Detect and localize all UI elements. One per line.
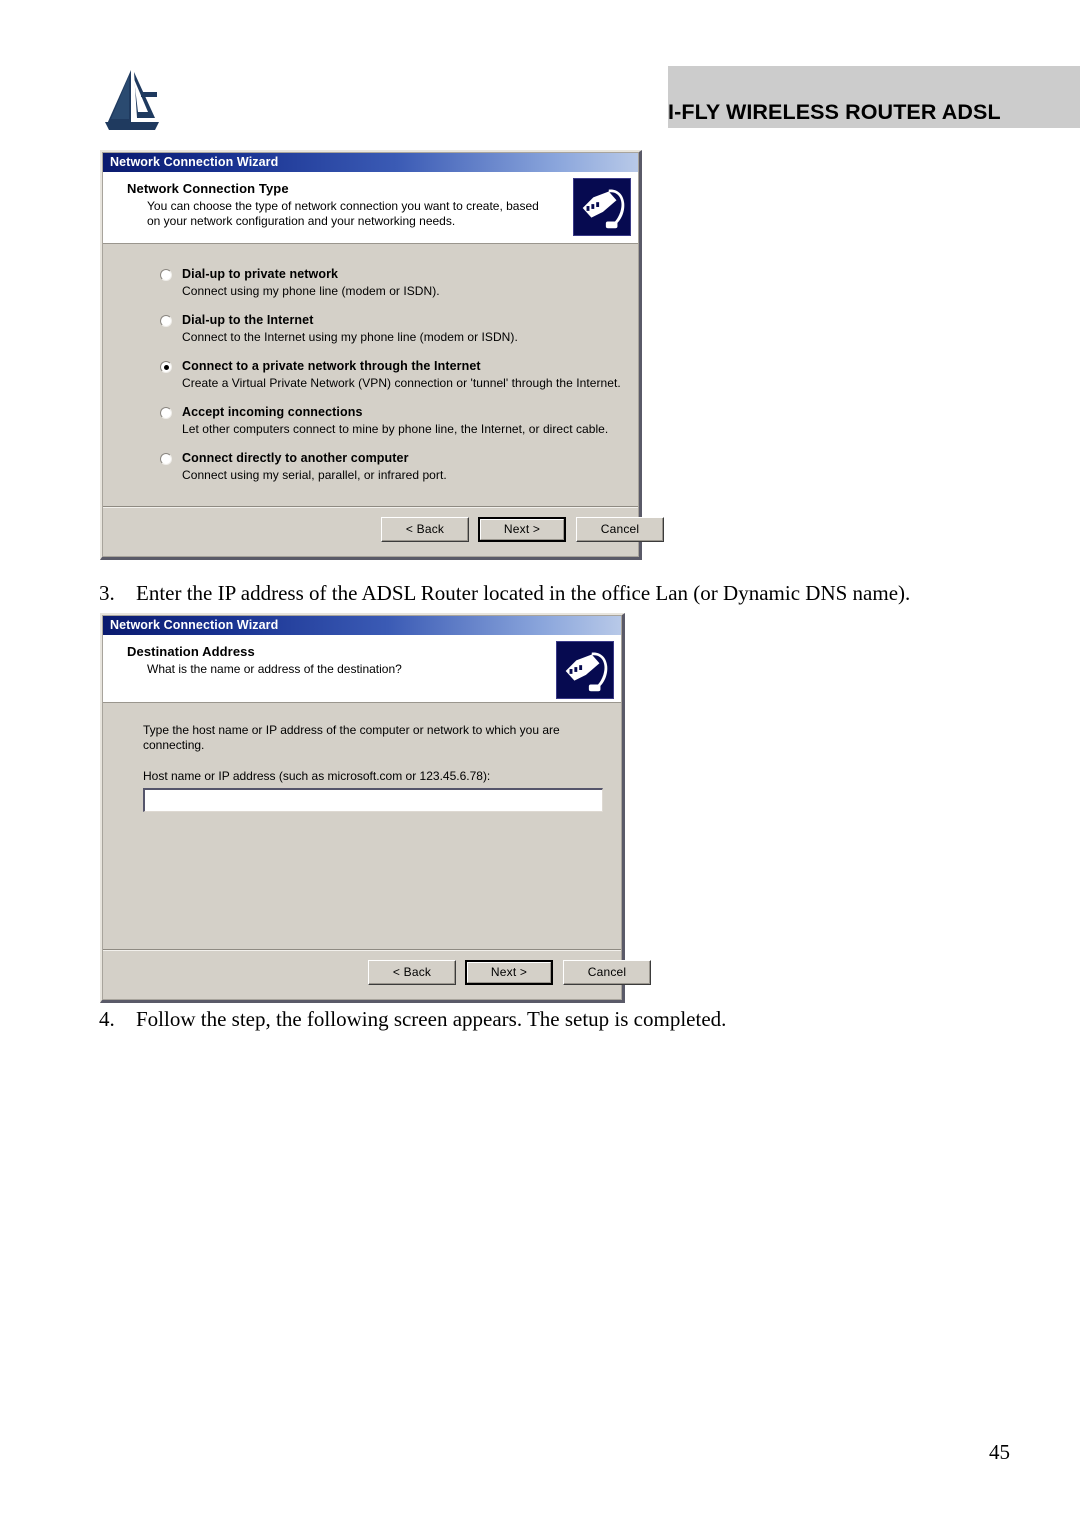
radio-option-description: Let other computers connect to mine by p… bbox=[182, 422, 609, 436]
host-name-field-label: Host name or IP address (such as microso… bbox=[143, 769, 491, 783]
destination-form: Type the host name or IP address of the … bbox=[143, 723, 603, 812]
radio-option-description: Connect to the Internet using my phone l… bbox=[182, 330, 518, 344]
step-4-text: Follow the step, the following screen ap… bbox=[136, 1007, 727, 1031]
step-3-number: 3. bbox=[99, 581, 115, 605]
radio-option-accept-incoming[interactable]: Accept incoming connections Let other co… bbox=[160, 405, 626, 436]
radio-option-description: Connect using my phone line (modem or IS… bbox=[182, 284, 440, 298]
dialog-titlebar: Network Connection Wizard bbox=[103, 616, 621, 635]
dialog-header-title: Destination Address bbox=[127, 644, 255, 659]
radio-option-label: Dial-up to private network bbox=[182, 267, 339, 281]
dialog-frame: Network Connection Wizard Destination Ad… bbox=[102, 615, 651, 1000]
dialog-header-subtitle: What is the name or address of the desti… bbox=[147, 662, 402, 676]
dialog-titlebar: Network Connection Wizard bbox=[103, 153, 638, 172]
dialog-button-bar: < Back Next > Cancel bbox=[103, 506, 664, 555]
next-button-label: Next > bbox=[480, 519, 564, 540]
dialog-frame: Network Connection Wizard Network Connec… bbox=[102, 152, 664, 557]
radio-option-label: Dial-up to the Internet bbox=[182, 313, 314, 327]
instruction-text: Type the host name or IP address of the … bbox=[143, 723, 560, 752]
dialog-body: Dial-up to private network Connect using… bbox=[103, 244, 638, 506]
radio-indicator[interactable] bbox=[160, 269, 172, 281]
dialog-body: Type the host name or IP address of the … bbox=[103, 703, 621, 949]
cancel-button[interactable]: Cancel bbox=[576, 517, 664, 542]
radio-option-description: Create a Virtual Private Network (VPN) c… bbox=[182, 376, 621, 390]
radio-option-dialup-private[interactable]: Dial-up to private network Connect using… bbox=[160, 267, 626, 298]
dialog-header-subtitle: You can choose the type of network conne… bbox=[147, 199, 539, 228]
radio-indicator[interactable] bbox=[160, 453, 172, 465]
radio-option-label: Connect to a private network through the… bbox=[182, 359, 481, 373]
radio-option-vpn-through-internet[interactable]: Connect to a private network through the… bbox=[160, 359, 626, 390]
header-banner: I-FLY WIRELESS ROUTER ADSL bbox=[668, 66, 1080, 128]
radio-option-direct-computer[interactable]: Connect directly to another computer Con… bbox=[160, 451, 626, 482]
atlantis-land-logo-icon bbox=[97, 66, 167, 136]
radio-option-description: Connect using my serial, parallel, or in… bbox=[182, 468, 447, 482]
connection-type-radio-group: Dial-up to private network Connect using… bbox=[160, 267, 626, 497]
dialog-header-strip: Destination Address What is the name or … bbox=[103, 635, 621, 703]
next-button[interactable]: Next > bbox=[478, 517, 566, 542]
network-connection-type-dialog: Network Connection Wizard Network Connec… bbox=[100, 150, 664, 560]
dialog-header-title: Network Connection Type bbox=[127, 181, 289, 196]
back-button[interactable]: < Back bbox=[368, 960, 456, 985]
step-4-number: 4. bbox=[99, 1007, 115, 1031]
back-button[interactable]: < Back bbox=[381, 517, 469, 542]
page-number: 45 bbox=[989, 1440, 1010, 1464]
host-name-input[interactable] bbox=[143, 788, 603, 812]
radio-option-dialup-internet[interactable]: Dial-up to the Internet Connect to the I… bbox=[160, 313, 626, 344]
radio-indicator[interactable] bbox=[160, 407, 172, 419]
radio-option-label: Accept incoming connections bbox=[182, 405, 363, 419]
network-plug-icon bbox=[573, 178, 631, 236]
next-button-label: Next > bbox=[467, 962, 551, 983]
dialog-button-bar: < Back Next > Cancel bbox=[103, 949, 651, 998]
header-banner-title: I-FLY WIRELESS ROUTER ADSL bbox=[668, 100, 1001, 124]
step-3-text: Enter the IP address of the ADSL Router … bbox=[136, 581, 911, 605]
network-plug-icon bbox=[556, 641, 614, 699]
destination-address-dialog: Network Connection Wizard Destination Ad… bbox=[100, 613, 651, 1003]
radio-option-label: Connect directly to another computer bbox=[182, 451, 409, 465]
dialog-header-strip: Network Connection Type You can choose t… bbox=[103, 172, 638, 244]
page-header: I-FLY WIRELESS ROUTER ADSL bbox=[0, 0, 1080, 145]
next-button[interactable]: Next > bbox=[465, 960, 553, 985]
cancel-button[interactable]: Cancel bbox=[563, 960, 651, 985]
radio-indicator[interactable] bbox=[160, 315, 172, 327]
radio-indicator-selected[interactable] bbox=[160, 361, 172, 373]
